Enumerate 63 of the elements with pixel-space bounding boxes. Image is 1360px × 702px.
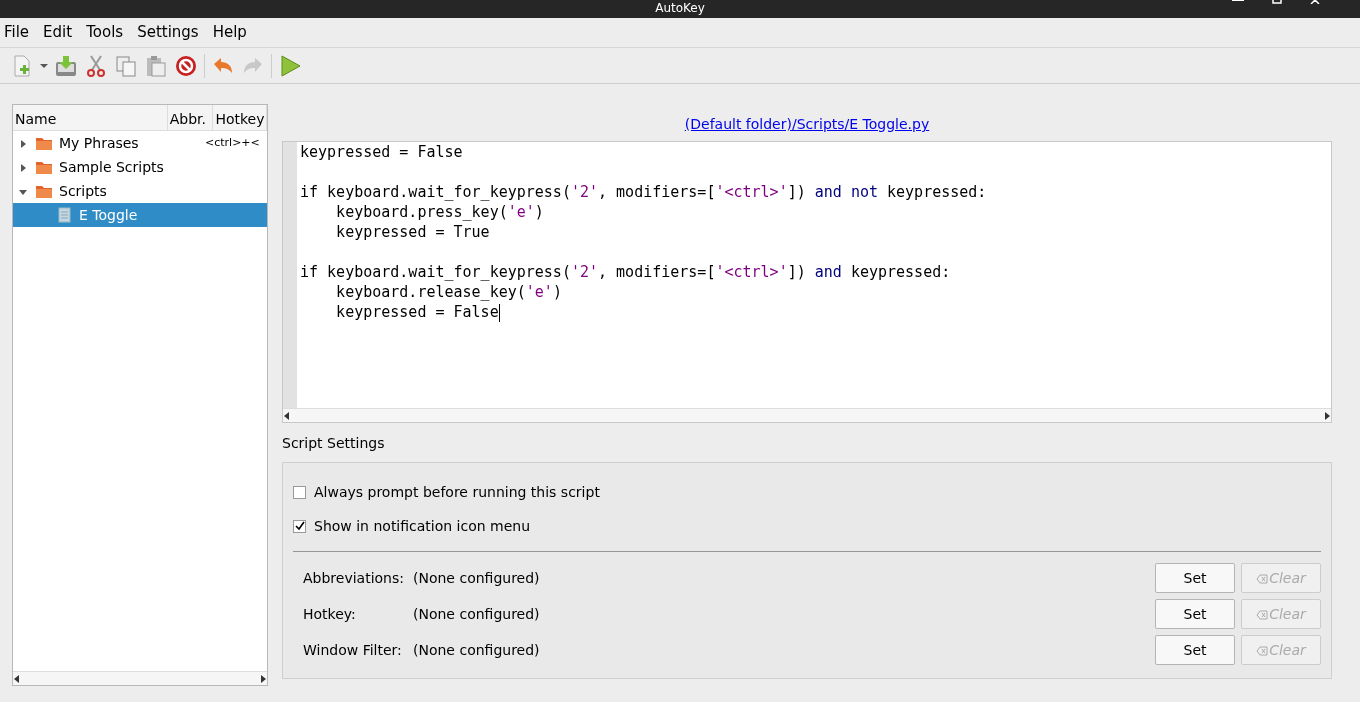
set-button[interactable]: Set — [1155, 599, 1235, 629]
scroll-left-icon[interactable] — [13, 674, 21, 683]
menu-item[interactable]: File — [4, 21, 30, 44]
field-label: Hotkey: — [303, 604, 357, 624]
item-label: E Toggle — [79, 205, 138, 225]
folder-icon — [35, 159, 53, 175]
set-button[interactable]: Set — [1155, 635, 1235, 665]
folder-icon — [35, 183, 53, 199]
window-title: AutoKey — [655, 1, 705, 15]
tree-item[interactable]: E Toggle — [13, 203, 267, 227]
code-line: if keyboard.wait_for_keypress('2', modifiers=['<ctrl>']) and keypressed: — [300, 262, 952, 282]
set-button[interactable]: Set — [1155, 563, 1235, 593]
item-label: Sample Scripts — [59, 157, 165, 177]
save-icon[interactable] — [54, 53, 78, 78]
text-cursor — [498, 303, 500, 322]
code-line: keypressed = True — [335, 222, 491, 242]
item-label: Scripts — [59, 181, 108, 201]
field-label: Window Filter: — [303, 640, 403, 660]
field-value: (None configured) — [413, 640, 541, 660]
scroll-left-icon[interactable] — [283, 411, 291, 420]
field-value: (None configured) — [413, 568, 541, 588]
stop-icon[interactable] — [174, 53, 198, 78]
horizontal-scrollbar[interactable] — [283, 408, 1331, 422]
scroll-right-icon[interactable] — [259, 674, 267, 683]
code-line: keypressed = False — [300, 142, 464, 162]
document-icon — [55, 207, 73, 223]
code-editor[interactable] — [282, 141, 1332, 423]
code-line: if keyboard.wait_for_keypress('2', modifiers=['<ctrl>']) and not keypressed: — [300, 182, 987, 202]
column-header[interactable]: Hotkey — [213, 105, 267, 130]
menu-item[interactable]: Settings — [137, 21, 199, 44]
backspace-icon — [1256, 573, 1269, 584]
horizontal-scrollbar[interactable] — [13, 671, 267, 685]
backspace-icon — [1256, 645, 1269, 656]
section-title: Script Settings — [282, 434, 386, 453]
tree-item[interactable]: Sample Scripts — [13, 155, 267, 179]
column-header[interactable]: Abbr. — [167, 105, 214, 130]
checkbox-label[interactable]: Show in notification icon menu — [314, 515, 531, 537]
collapse-arrow-icon[interactable] — [19, 187, 27, 196]
item-label: My Phrases — [59, 133, 140, 153]
code-line: keyboard.release_key('e') — [335, 282, 563, 302]
field-label: Abbreviations: — [303, 568, 405, 588]
column-header[interactable]: Name — [13, 105, 168, 130]
menu-item[interactable]: Edit — [43, 21, 73, 44]
menu-item[interactable]: Tools — [86, 21, 124, 44]
scroll-right-icon[interactable] — [1323, 411, 1331, 420]
file-path-link[interactable]: (Default folder)/Scripts/E Toggle.py — [282, 114, 1332, 135]
menu-item[interactable]: Help — [212, 21, 247, 44]
field-value: (None configured) — [413, 604, 541, 624]
checkbox-label[interactable]: Always prompt before running this script — [314, 481, 600, 503]
dropdown-caret-icon[interactable] — [40, 61, 48, 70]
cut-icon[interactable] — [84, 53, 108, 78]
expand-arrow-icon[interactable] — [19, 139, 27, 148]
tree-item[interactable]: Scripts — [13, 179, 267, 203]
hotkey-cell-text: <ctrl>+< — [205, 134, 260, 151]
tree-item[interactable]: My Phrases <ctrl>+< — [13, 131, 267, 155]
folder-icon — [35, 135, 53, 151]
checkbox[interactable] — [293, 519, 306, 533]
expand-arrow-icon[interactable] — [19, 163, 27, 172]
run-icon[interactable] — [278, 53, 302, 78]
backspace-icon — [1256, 609, 1269, 620]
code-line: keyboard.press_key('e') — [335, 202, 545, 222]
checkbox[interactable] — [293, 485, 306, 499]
code-line: keypressed = False — [335, 302, 501, 322]
